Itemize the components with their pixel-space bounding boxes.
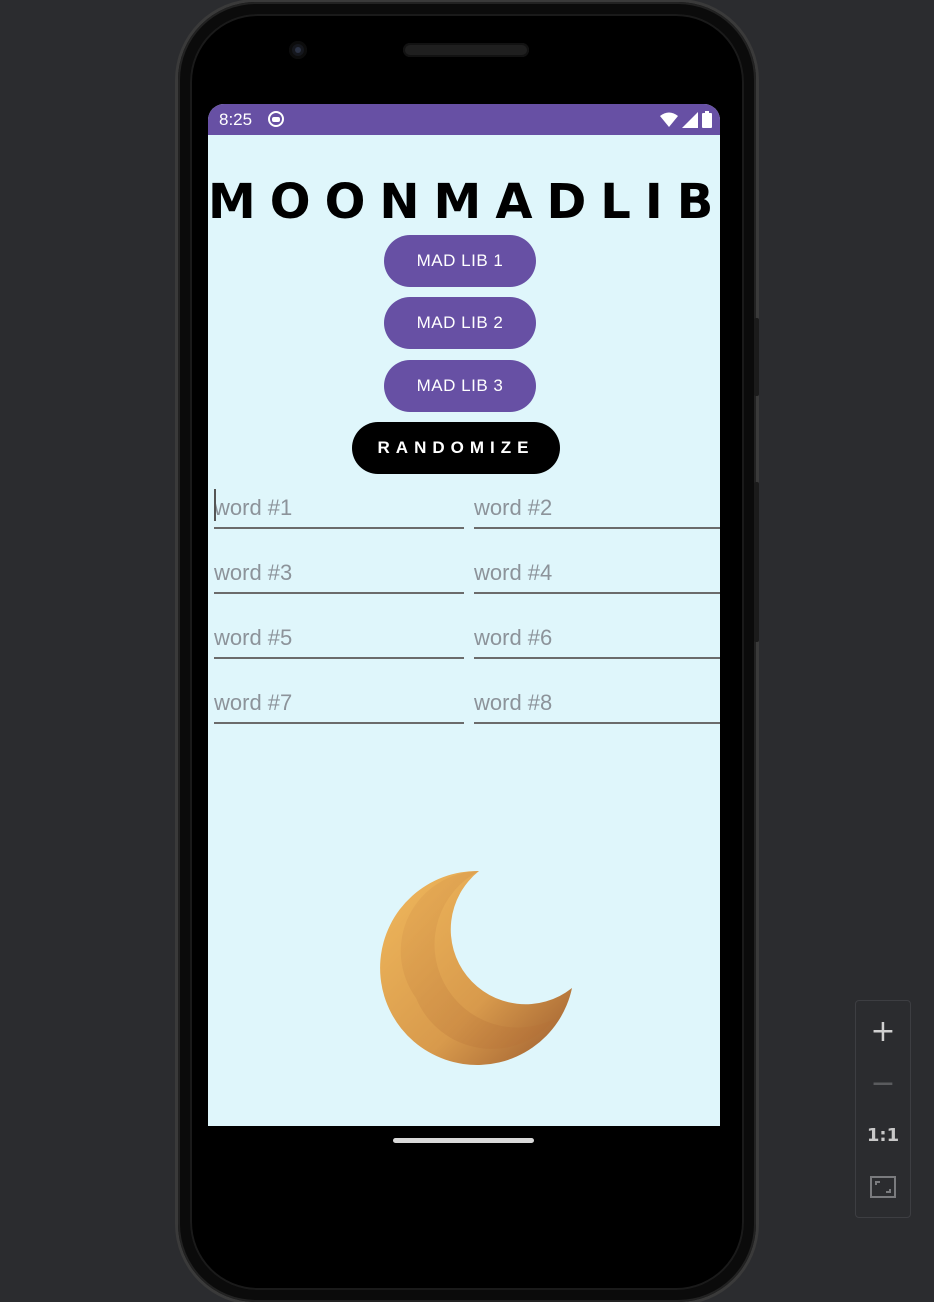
emulator-zoom-panel: + − 1:1 — [855, 1000, 911, 1218]
fit-screen-button[interactable] — [856, 1161, 910, 1213]
word-3-input[interactable] — [214, 556, 464, 590]
status-bar: 8:25 — [208, 104, 720, 135]
front-camera — [289, 41, 307, 59]
word-5-input[interactable] — [214, 621, 464, 655]
status-time: 8:25 — [219, 110, 253, 129]
word-2-input[interactable] — [474, 491, 720, 525]
actual-size-button[interactable]: 1:1 — [856, 1109, 910, 1161]
power-button[interactable] — [754, 318, 759, 396]
word-2-field[interactable] — [474, 491, 720, 529]
word-6-input[interactable] — [474, 621, 720, 655]
word-1-field[interactable] — [214, 489, 464, 529]
crescent-moon-icon — [380, 870, 572, 1065]
word-7-field[interactable] — [214, 686, 464, 724]
zoom-in-button[interactable]: + — [856, 1005, 910, 1057]
cell-signal-icon — [682, 111, 698, 128]
zoom-out-button[interactable]: − — [856, 1057, 910, 1109]
battery-icon — [702, 111, 712, 128]
word-4-input[interactable] — [474, 556, 720, 590]
app-title: MOONMADLIB — [208, 174, 720, 230]
earpiece-speaker — [403, 43, 529, 57]
word-8-field[interactable] — [474, 686, 720, 724]
word-1-input[interactable] — [214, 491, 464, 525]
word-6-field[interactable] — [474, 621, 720, 659]
randomize-button[interactable]: RANDOMIZE — [352, 422, 560, 474]
word-7-input[interactable] — [214, 686, 464, 720]
mad-lib-1-button[interactable]: MAD LIB 1 — [384, 235, 536, 287]
mad-lib-3-button[interactable]: MAD LIB 3 — [384, 360, 536, 412]
word-8-input[interactable] — [474, 686, 720, 720]
mad-lib-2-button[interactable]: MAD LIB 2 — [384, 297, 536, 349]
status-icons — [660, 111, 712, 128]
word-5-field[interactable] — [214, 621, 464, 659]
text-cursor — [214, 489, 216, 521]
word-3-field[interactable] — [214, 556, 464, 594]
android-debug-icon — [268, 111, 284, 127]
word-4-field[interactable] — [474, 556, 720, 594]
app-screen: 8:25 MOONMADLIB MAD LIB 1 MAD LIB 2 MAD … — [208, 104, 720, 1126]
volume-button[interactable] — [754, 482, 759, 642]
gesture-nav-handle[interactable] — [393, 1138, 534, 1143]
wifi-icon — [660, 112, 678, 127]
fit-screen-icon — [870, 1176, 896, 1198]
